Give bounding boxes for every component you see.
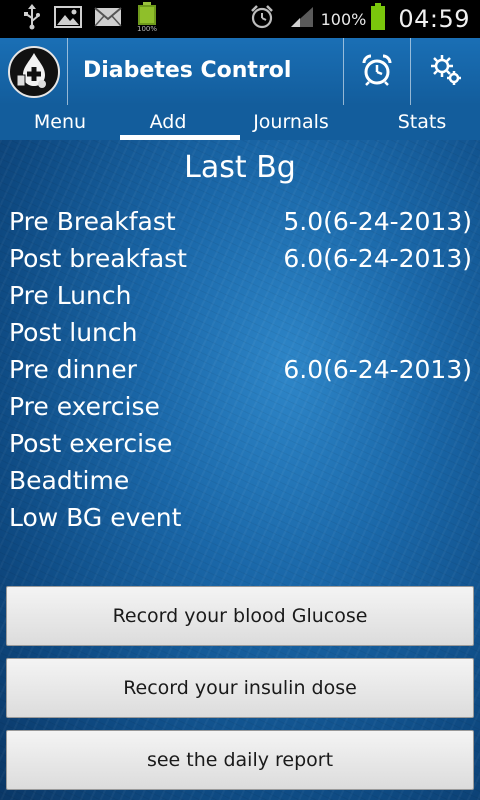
- blood-drop-logo-icon[interactable]: [8, 46, 60, 98]
- status-bar: 100% 100% 04:59: [0, 0, 480, 38]
- svg-text:100%: 100%: [137, 25, 157, 32]
- reading-row: Pre dinner 6.0(6-24-2013): [9, 351, 472, 388]
- page-title: Last Bg: [184, 150, 296, 185]
- reading-label: Beadtime: [9, 466, 130, 495]
- reading-label: Pre dinner: [9, 355, 137, 384]
- reading-row: Post breakfast 6.0(6-24-2013): [9, 240, 472, 277]
- reading-row: Post exercise: [9, 425, 472, 462]
- daily-report-button[interactable]: see the daily report: [6, 730, 474, 790]
- battery-icon: [370, 3, 386, 35]
- usb-icon: [22, 4, 42, 34]
- record-insulin-button[interactable]: Record your insulin dose: [6, 658, 474, 718]
- reading-row: Pre Breakfast 5.0(6-24-2013): [9, 203, 472, 240]
- system-indicators: 100% 04:59: [249, 0, 470, 38]
- gears-icon: [429, 53, 463, 91]
- settings-button[interactable]: [411, 38, 480, 105]
- alarm-clock-icon: [360, 53, 394, 91]
- tab-journals[interactable]: Journals: [231, 105, 351, 140]
- mail-icon: [94, 7, 122, 31]
- reading-row: Low BG event: [9, 499, 472, 536]
- image-icon: [54, 6, 82, 32]
- action-bar: Diabetes Control: [0, 38, 480, 105]
- reading-row: Beadtime: [9, 462, 472, 499]
- signal-icon: [289, 5, 315, 33]
- reading-value: 5.0(6-24-2013): [283, 207, 472, 236]
- reading-value: 6.0(6-24-2013): [283, 355, 472, 384]
- alarm-icon: [249, 4, 275, 34]
- notification-icons: 100%: [22, 2, 160, 36]
- tab-menu[interactable]: Menu: [0, 105, 120, 140]
- main-content: Last Bg Pre Breakfast 5.0(6-24-2013) Pos…: [0, 140, 480, 800]
- record-glucose-button[interactable]: Record your blood Glucose: [6, 586, 474, 646]
- divider: [67, 38, 68, 105]
- battery-app-icon: 100%: [134, 2, 160, 36]
- battery-percent: 100%: [320, 9, 367, 29]
- reading-label: Post breakfast: [9, 244, 187, 273]
- reading-row: Post lunch: [9, 314, 472, 351]
- reading-label: Low BG event: [9, 503, 182, 532]
- reading-row: Pre exercise: [9, 388, 472, 425]
- clock: 04:59: [398, 5, 470, 33]
- reading-label: Post exercise: [9, 429, 173, 458]
- reading-label: Post lunch: [9, 318, 138, 347]
- tab-stats[interactable]: Stats: [362, 105, 480, 140]
- reading-label: Pre Breakfast: [9, 207, 176, 236]
- app-title: Diabetes Control: [83, 58, 292, 83]
- reading-value: 6.0(6-24-2013): [283, 244, 472, 273]
- alarm-button[interactable]: [344, 38, 409, 105]
- reading-label: Pre exercise: [9, 392, 160, 421]
- reading-row: Pre Lunch: [9, 277, 472, 314]
- tab-bar: Menu Add Journals Stats: [0, 105, 480, 140]
- reading-label: Pre Lunch: [9, 281, 132, 310]
